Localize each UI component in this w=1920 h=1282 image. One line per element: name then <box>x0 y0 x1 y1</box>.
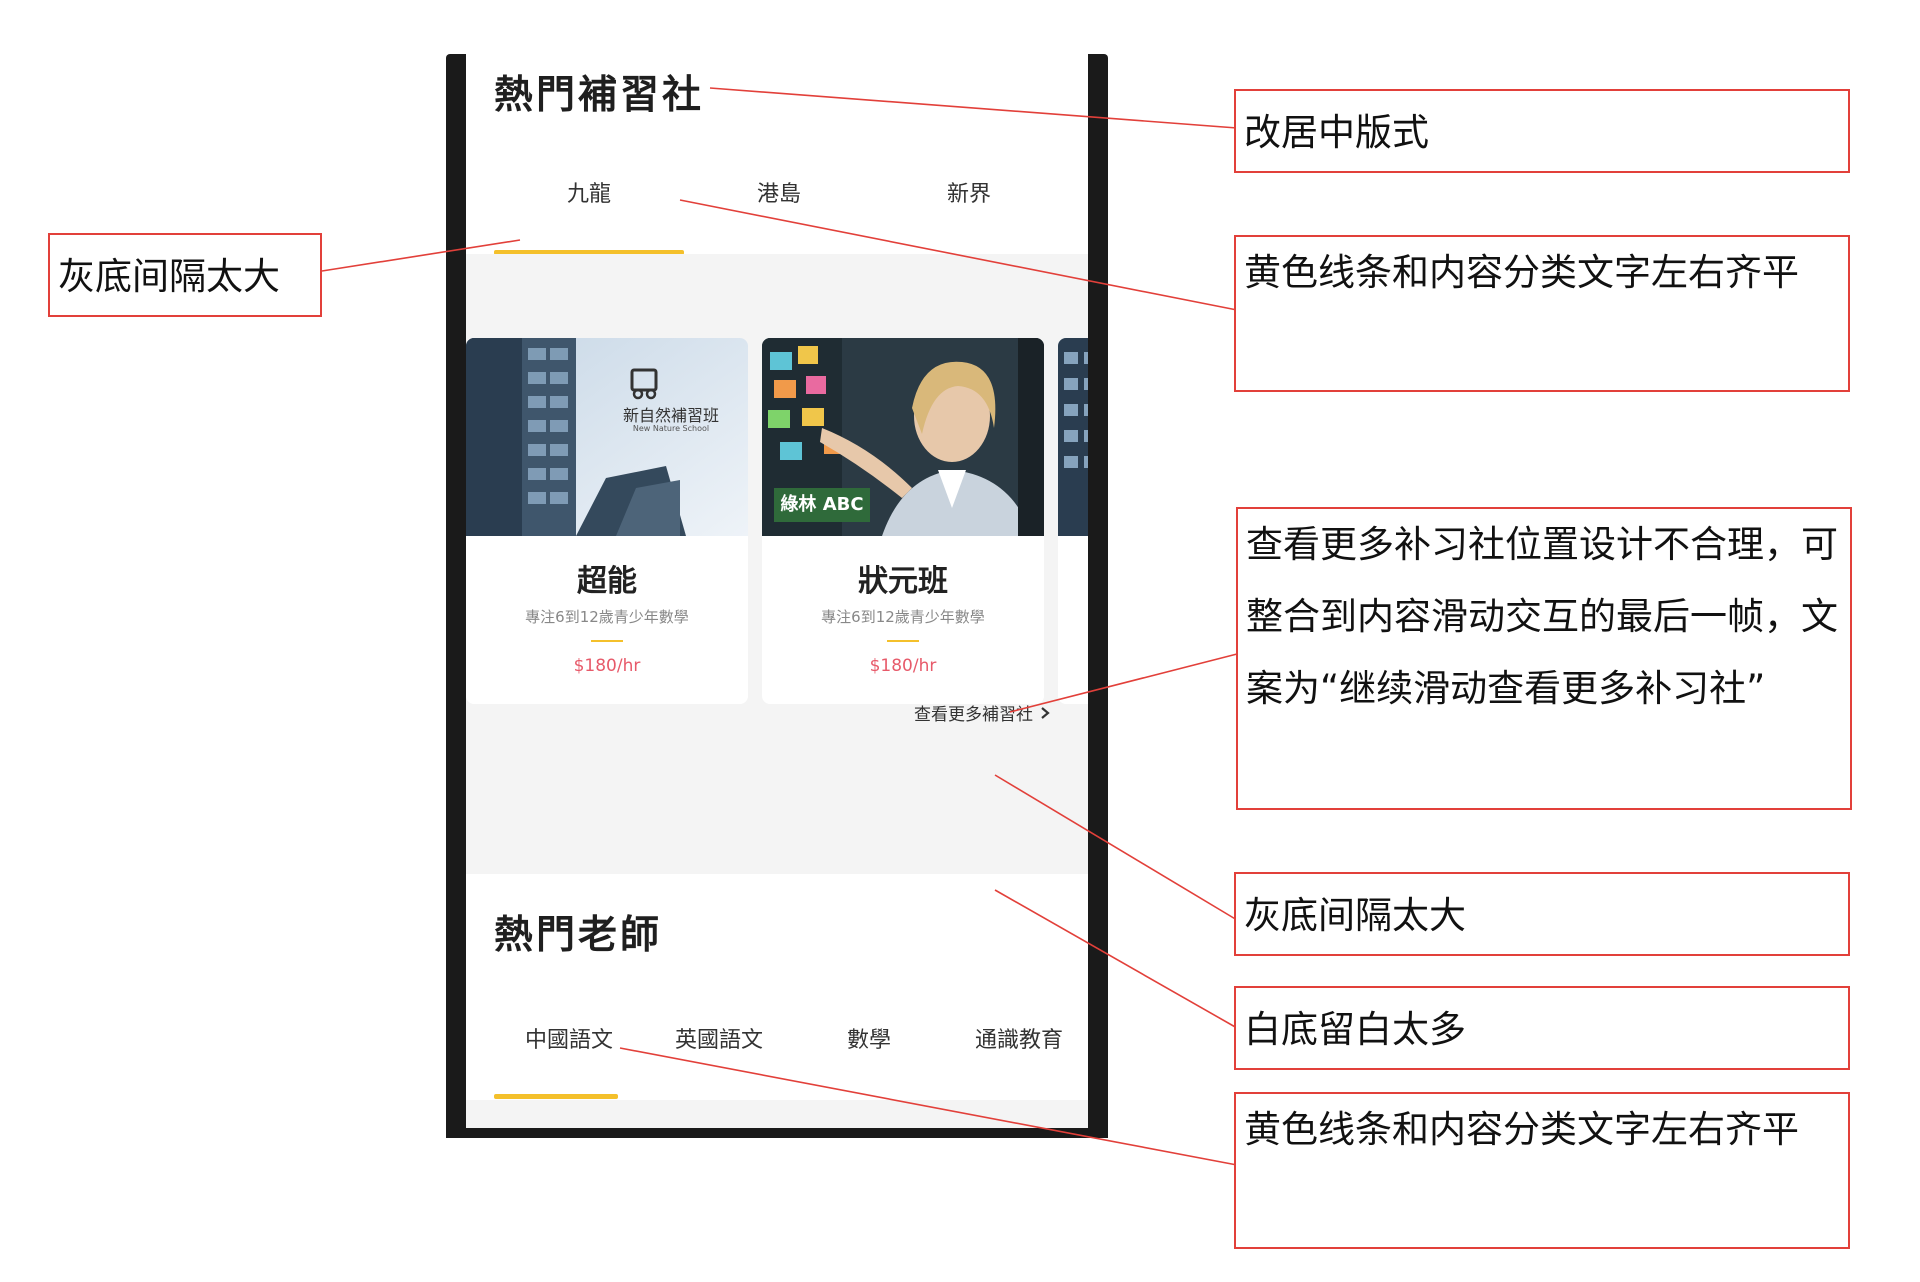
tutorial-card-price: $180/hr <box>869 656 937 676</box>
annotation-view-more-position: 查看更多补习社位置设计不合理，可整合到内容滑动交互的最后一帧，文案为“继续滑动查… <box>1236 507 1852 810</box>
card-logo-caption: 新自然補習班 <box>622 406 719 425</box>
view-more-tutorials-link[interactable]: 查看更多補習社 <box>914 700 1051 725</box>
tab-liberal-studies[interactable]: 通識教育 <box>944 1010 1088 1066</box>
annotation-underline-alignment-2: 黄色线条和内容分类文字左右齐平 <box>1234 1092 1850 1249</box>
annotation-gray-gap-top: 灰底间隔太大 <box>48 233 322 317</box>
card-logo-caption: 綠林 ABC <box>780 494 864 515</box>
phone-frame: 熱門補習社 九龍 港島 新界 新自然補習班 New Nature School … <box>446 54 1108 1138</box>
subject-tabs: 中國語文 英國語文 數學 通識教育 <box>466 1010 1088 1099</box>
tab-english[interactable]: 英國語文 <box>644 1010 794 1066</box>
card-logo-subcaption: New Nature School <box>632 424 710 433</box>
tab-kowloon[interactable]: 九龍 <box>494 164 684 220</box>
annotation-gray-gap-bottom: 灰底间隔太大 <box>1234 872 1850 956</box>
hot-teachers-title: 熱門老師 <box>494 913 663 958</box>
tab-math[interactable]: 數學 <box>794 1010 944 1066</box>
tutorial-card-desc: 專注6到12歲青少年數學 <box>821 608 985 626</box>
tab-hong-kong-island[interactable]: 港島 <box>684 164 874 220</box>
annotation-center-layout: 改居中版式 <box>1234 89 1850 173</box>
tutorial-card-partial[interactable] <box>1058 338 1088 704</box>
chevron-right-icon <box>1041 706 1050 719</box>
tutorial-carousel-band: 新自然補習班 New Nature School 超能 專注6到12歲青少年數學… <box>466 254 1088 874</box>
tutorial-card-image: 綠林 ABC <box>762 338 1044 536</box>
card-divider <box>887 640 919 642</box>
tutorial-card-price: $180/hr <box>573 656 641 676</box>
annotation-too-much-whitespace: 白底留白太多 <box>1234 986 1850 1070</box>
tutorial-card-name: 狀元班 <box>858 564 948 599</box>
region-tabs: 九龍 港島 新界 <box>466 164 1088 255</box>
building-photo <box>466 338 748 536</box>
tutorial-card[interactable]: 綠林 ABC 狀元班 專注6到12歲青少年數學 $180/hr <box>762 338 1044 704</box>
tutorial-card-desc: 專注6到12歲青少年數學 <box>525 608 689 626</box>
app-screen: 熱門補習社 九龍 港島 新界 新自然補習班 New Nature School … <box>466 54 1088 1128</box>
view-more-label: 查看更多補習社 <box>914 705 1033 725</box>
tab-chinese[interactable]: 中國語文 <box>494 1010 644 1066</box>
teacher-list-band <box>466 1100 1088 1128</box>
building-photo <box>1058 338 1088 536</box>
tutorial-card-image <box>1058 338 1088 536</box>
tutorial-card-name: 超能 <box>577 564 637 599</box>
tutorial-card[interactable]: 新自然補習班 New Nature School 超能 專注6到12歲青少年數學… <box>466 338 748 704</box>
hot-tutorials-title: 熱門補習社 <box>494 73 705 118</box>
tab-new-territories[interactable]: 新界 <box>874 164 1064 220</box>
tutorial-card-image: 新自然補習班 New Nature School <box>466 338 748 536</box>
active-tab-indicator <box>494 1094 618 1099</box>
annotation-underline-alignment-1: 黄色线条和内容分类文字左右齐平 <box>1234 235 1850 392</box>
card-divider <box>591 640 623 642</box>
